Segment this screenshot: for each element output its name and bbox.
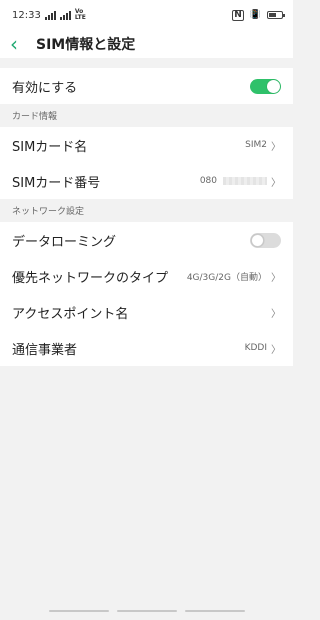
- toggle-knob: [251, 233, 264, 247]
- sim-number-label: SIMカード番号: [12, 175, 101, 191]
- carrier-value: KDDI: [244, 343, 267, 353]
- status-right: N 📳: [232, 9, 285, 21]
- enable-label: 有効にする: [12, 80, 78, 96]
- nav-hint-center[interactable]: [116, 610, 177, 612]
- preferred-network-label: 優先ネットワークのタイプ: [12, 270, 169, 286]
- section-header-network: ネットワーク設定: [0, 199, 293, 222]
- roaming-label: データローミング: [12, 234, 117, 250]
- chevron-right-icon: 〉: [271, 308, 281, 320]
- sim-name-label: SIMカード名: [12, 139, 88, 155]
- sim-name-row[interactable]: SIMカード名 SIM2 〉: [0, 127, 293, 163]
- roaming-row[interactable]: データローミング: [0, 222, 293, 258]
- volte-icon: Vo LTE: [74, 8, 86, 21]
- divider: [0, 58, 293, 68]
- chevron-right-icon: 〉: [271, 272, 281, 284]
- preferred-network-row[interactable]: 優先ネットワークのタイプ 4G/3G/2G（自動） 〉: [0, 258, 293, 294]
- chevron-right-icon: 〉: [271, 177, 281, 189]
- battery-icon: [267, 11, 285, 19]
- chevron-right-icon: 〉: [271, 141, 281, 153]
- carrier-row[interactable]: 通信事業者 KDDI 〉: [0, 330, 293, 366]
- roaming-toggle[interactable]: [250, 232, 281, 248]
- signal-icon: [44, 10, 56, 20]
- enable-toggle[interactable]: [250, 78, 281, 94]
- page-title: SIM情報と設定: [36, 37, 136, 53]
- status-left: 12:33 Vo LTE: [12, 9, 86, 21]
- chevron-right-icon: 〉: [271, 344, 281, 356]
- apn-label: アクセスポイント名: [12, 306, 129, 322]
- sim-number-row[interactable]: SIMカード番号 080 〉: [0, 163, 293, 199]
- signal-icon-2: [59, 10, 71, 20]
- vibrate-icon: 📳: [249, 10, 261, 20]
- nav-hint-right[interactable]: [184, 610, 245, 612]
- carrier-label: 通信事業者: [12, 342, 78, 358]
- apn-row[interactable]: アクセスポイント名 〉: [0, 294, 293, 330]
- section-header-card-info: カード情報: [0, 104, 293, 127]
- preferred-network-value: 4G/3G/2G（自動）: [186, 272, 267, 283]
- toggle-knob: [267, 79, 280, 93]
- back-arrow-icon[interactable]: ‹: [10, 34, 32, 54]
- redacted-number: [223, 177, 267, 185]
- clock: 12:33: [12, 9, 41, 21]
- nfc-icon: N: [232, 9, 244, 21]
- status-bar: 12:33 Vo LTE N 📳: [0, 0, 293, 30]
- enable-row[interactable]: 有効にする: [0, 68, 293, 104]
- gesture-nav-bar: [0, 610, 293, 612]
- app-header: ‹ SIM情報と設定: [0, 30, 293, 58]
- nav-hint-left[interactable]: [48, 610, 109, 612]
- sim-number-value: 080: [199, 176, 217, 186]
- sim-name-value: SIM2: [245, 140, 267, 150]
